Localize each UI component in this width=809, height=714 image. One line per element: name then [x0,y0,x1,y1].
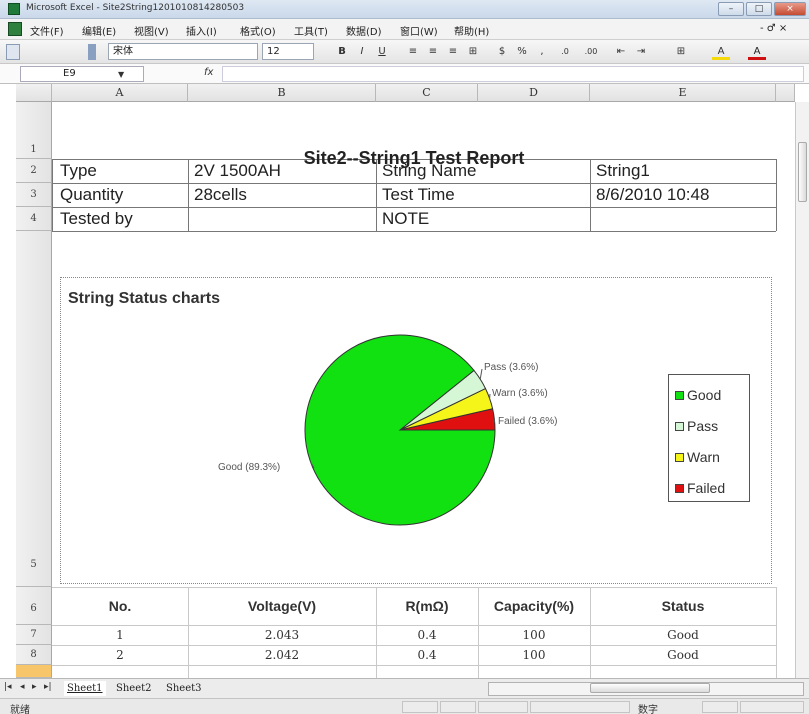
table-cell[interactable]: 1 [52,628,188,642]
table-header-voltage[interactable]: Voltage(V) [188,598,376,614]
sheet-tab-2[interactable]: Sheet2 [116,681,152,696]
legend-label-warn: Warn [687,449,720,465]
status-mode-text: 数字 [638,705,658,714]
legend-item-good: Good [675,387,721,403]
table-cell[interactable]: Good [590,628,776,642]
sheet-tab-1[interactable]: Sheet1 [64,681,106,696]
vertical-scroll-thumb[interactable] [798,142,807,202]
pie-slice-good[interactable] [304,334,496,526]
table-cell[interactable]: 2 [52,648,188,662]
last-sheet-arrow-icon[interactable]: ▸| [44,682,52,692]
table-header-capacity[interactable]: Capacity(%) [478,598,590,614]
legend-label-failed: Failed [687,480,726,496]
pie-leader-line-pass [479,368,483,380]
legend-label-pass: Pass [687,418,719,434]
horizontal-scroll-thumb[interactable] [590,683,710,693]
table-cell[interactable]: 2.043 [188,628,376,642]
table-cell[interactable]: Good [590,648,776,662]
table-cell[interactable]: 0.4 [376,648,478,662]
legend-swatch-failed [675,484,684,493]
chart-legend[interactable]: Good Pass Warn Failed [668,374,750,502]
legend-label-good: Good [687,387,722,403]
table-cell[interactable]: 100 [478,628,590,642]
table-header-no[interactable]: No. [52,598,188,614]
sheet-tab-3[interactable]: Sheet3 [166,681,202,696]
pie-label-pass: Pass (3.6%) [484,362,539,373]
prev-sheet-arrow-icon[interactable]: ◂ [20,682,25,692]
legend-item-warn: Warn [675,449,720,465]
vertical-scrollbar[interactable] [795,102,809,678]
status-panel [740,701,804,713]
status-panel [478,701,528,713]
legend-swatch-warn [675,453,684,462]
status-panel [402,701,438,713]
status-panel [702,701,738,713]
table-header-status[interactable]: Status [590,598,776,614]
status-ready-text: 就绪 [10,705,30,714]
pie-label-good: Good (89.3%) [218,462,281,473]
table-cell[interactable]: 2.042 [188,648,376,662]
pie-label-failed: Failed (3.6%) [498,416,558,427]
legend-swatch-pass [675,422,684,431]
first-sheet-arrow-icon[interactable]: |◂ [4,682,12,692]
table-cell[interactable]: 0.4 [376,628,478,642]
next-sheet-arrow-icon[interactable]: ▸ [32,682,37,692]
table-cell[interactable]: 100 [478,648,590,662]
legend-swatch-good [675,391,684,400]
legend-item-failed: Failed [675,480,725,496]
status-panel [530,701,630,713]
legend-item-pass: Pass [675,418,718,434]
status-bar: 就绪 数字 [0,698,809,714]
status-panel [440,701,476,713]
table-header-resistance[interactable]: R(mΩ) [376,598,478,614]
pie-label-warn: Warn (3.6%) [492,388,548,399]
